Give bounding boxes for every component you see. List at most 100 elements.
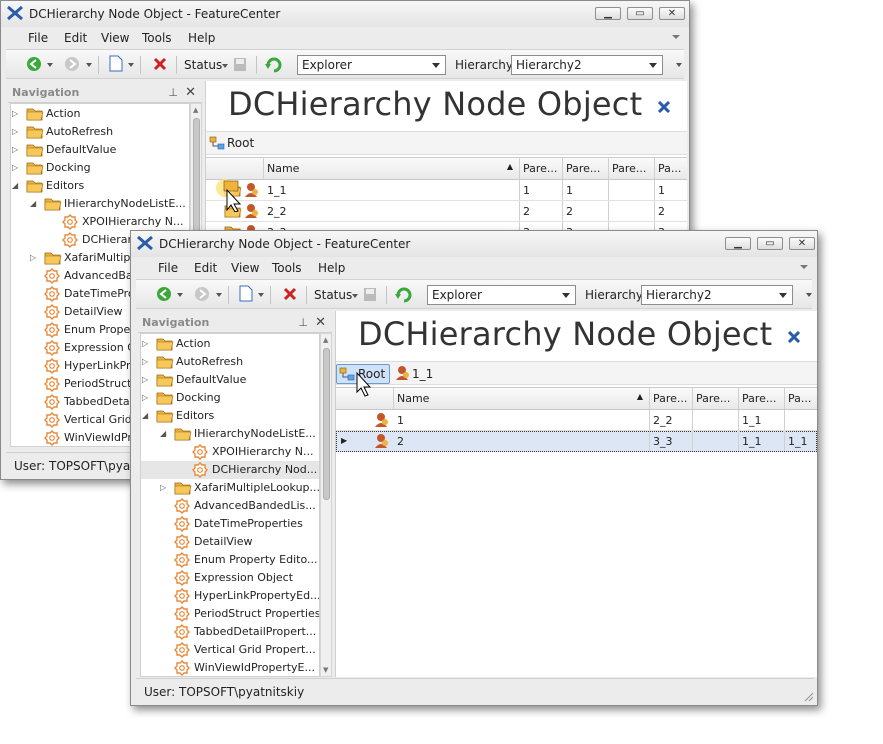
new-dropdown-icon[interactable]	[258, 293, 264, 297]
tree-item[interactable]: ▷ Docking	[141, 389, 319, 407]
back-icon[interactable]	[26, 56, 42, 72]
column-header-parent2[interactable]: Pare...	[693, 388, 739, 409]
close-button[interactable]: ✕	[789, 237, 815, 250]
scroll-up-icon[interactable]: ▲	[323, 336, 328, 344]
hierarchy-selector[interactable]: Hierarchy2	[641, 285, 793, 305]
back-icon[interactable]	[156, 286, 172, 302]
table-cell-c4[interactable]: 1	[655, 180, 687, 200]
table-row[interactable]: ▶ 2 3_3 1_1 1_1	[336, 431, 817, 452]
save-icon[interactable]	[233, 57, 247, 72]
table-cell-c3[interactable]: 1_1	[739, 431, 785, 451]
new-object-icon[interactable]	[239, 285, 253, 302]
tree-item[interactable]: Expression Object	[141, 569, 319, 587]
table-cell-name[interactable]: 1_1	[264, 180, 520, 200]
pin-icon[interactable]: ⊥	[168, 86, 178, 99]
table-row[interactable]: 1_1 1 1 1	[206, 180, 687, 201]
menu-tools[interactable]: Tools	[272, 261, 302, 275]
table-row[interactable]: 2_2 2 2 2	[206, 201, 687, 222]
menu-overflow-icon[interactable]	[800, 265, 808, 269]
tree-item[interactable]: DateTimeProperties	[141, 515, 319, 533]
collapse-arrow-icon[interactable]: ◢	[160, 429, 166, 438]
collapse-arrow-icon[interactable]: ◢	[12, 181, 18, 190]
menu-view[interactable]: View	[101, 31, 129, 45]
menu-overflow-icon[interactable]	[672, 35, 680, 39]
expand-arrow-icon[interactable]: ▷	[12, 145, 18, 154]
tree-item[interactable]: ▷ Action	[11, 105, 189, 123]
menu-help[interactable]: Help	[318, 261, 345, 275]
column-header-name[interactable]: Name ▲	[264, 158, 520, 179]
collapse-arrow-icon[interactable]: ◢	[142, 411, 148, 420]
tree-item[interactable]: XPOIHierarchy N...	[141, 443, 319, 461]
expand-arrow-icon[interactable]: ▷	[142, 393, 148, 402]
table-cell-c2[interactable]: 1	[563, 180, 609, 200]
column-header-parent1[interactable]: Pare...	[520, 158, 563, 179]
tree-item[interactable]: ◢ IHierarchyNodeListE...	[11, 195, 189, 213]
table-cell-c2[interactable]: 2	[563, 201, 609, 221]
table-cell-c3[interactable]	[609, 201, 655, 221]
tree-item[interactable]: ◢ Editors	[141, 407, 319, 425]
menu-file[interactable]: File	[28, 31, 48, 45]
column-header-parent4[interactable]: Pa...	[785, 388, 817, 409]
toolbar-overflow-icon[interactable]	[806, 293, 812, 297]
menu-file[interactable]: File	[158, 261, 178, 275]
tree-item[interactable]: PeriodStruct Properties	[141, 605, 319, 623]
expand-arrow-icon[interactable]: ▷	[142, 375, 148, 384]
column-header-parent4[interactable]: Pa...	[655, 158, 687, 179]
tree-item[interactable]: DCHierarchy Nod...	[141, 461, 319, 479]
menu-help[interactable]: Help	[188, 31, 215, 45]
tree-item[interactable]: ▷ XafariMultipleLookup...	[141, 479, 319, 497]
close-panel-icon[interactable]: ✕	[315, 315, 326, 330]
status-button[interactable]: Status	[184, 58, 222, 72]
tree-item[interactable]: ◢ Editors	[11, 177, 189, 195]
maximize-button[interactable]: ▭	[627, 7, 653, 20]
tree-item[interactable]: WinViewIdPropertyE...	[141, 659, 319, 676]
column-header-parent3[interactable]: Pare...	[609, 158, 655, 179]
table-cell-c3[interactable]: 1_1	[739, 410, 785, 430]
breadcrumb-node[interactable]: 1_1	[394, 365, 436, 383]
tree-item[interactable]: XPOIHierarchy N...	[11, 213, 189, 231]
table-cell-c1[interactable]: 1	[520, 180, 563, 200]
expand-arrow-icon[interactable]: ▷	[12, 163, 18, 172]
minimize-button[interactable]: ▁	[595, 7, 621, 20]
row-indicator[interactable]: ▶	[336, 431, 394, 451]
tree-item[interactable]: AdvancedBandedLis...	[141, 497, 319, 515]
row-indicator[interactable]	[336, 410, 394, 430]
table-cell-c4[interactable]: 2	[655, 201, 687, 221]
save-icon[interactable]	[363, 287, 377, 302]
refresh-icon[interactable]	[265, 56, 283, 73]
menu-tools[interactable]: Tools	[142, 31, 172, 45]
table-cell-c4[interactable]: 1_1	[785, 431, 817, 451]
menu-view[interactable]: View	[231, 261, 259, 275]
navigation-scrollbar[interactable]: ▲▼	[320, 333, 332, 677]
column-header-parent1[interactable]: Pare...	[650, 388, 693, 409]
table-cell-name[interactable]: 2_2	[264, 201, 520, 221]
tree-item[interactable]: Vertical Grid Propert...	[141, 641, 319, 659]
tree-item[interactable]: HyperLinkPropertyEd...	[141, 587, 319, 605]
forward-dropdown-icon[interactable]	[86, 63, 92, 67]
status-dropdown-icon[interactable]	[222, 64, 228, 68]
tree-item[interactable]: ▷ DefaultValue	[11, 141, 189, 159]
column-header-name[interactable]: Name ▲	[394, 388, 650, 409]
table-cell-name[interactable]: 2	[394, 431, 650, 451]
forward-icon[interactable]	[194, 286, 210, 302]
status-button[interactable]: Status	[314, 288, 352, 302]
pin-icon[interactable]: ⊥	[298, 316, 308, 329]
table-cell-c1[interactable]: 2_2	[650, 410, 693, 430]
view-selector[interactable]: Explorer	[297, 55, 446, 75]
delete-icon[interactable]	[153, 57, 167, 71]
close-button[interactable]: ✕	[659, 7, 685, 20]
title-bar[interactable]: DCHierarchy Node Object - FeatureCenter …	[1, 1, 689, 27]
back-dropdown-icon[interactable]	[177, 293, 183, 297]
table-cell-c1[interactable]: 3_3	[650, 431, 693, 451]
forward-dropdown-icon[interactable]	[216, 293, 222, 297]
back-dropdown-icon[interactable]	[47, 63, 53, 67]
tree-item[interactable]: DetailView	[141, 533, 319, 551]
view-selector[interactable]: Explorer	[427, 285, 576, 305]
tree-item[interactable]: ▷ AutoRefresh	[11, 123, 189, 141]
expand-arrow-icon[interactable]: ▷	[142, 357, 148, 366]
table-row[interactable]: 1 2_2 1_1	[336, 410, 817, 431]
tree-item[interactable]: ▷ AutoRefresh	[141, 353, 319, 371]
tree-item[interactable]: Enum Property Edito...	[141, 551, 319, 569]
tree-item[interactable]: ▷ DefaultValue	[141, 371, 319, 389]
status-dropdown-icon[interactable]	[352, 294, 358, 298]
